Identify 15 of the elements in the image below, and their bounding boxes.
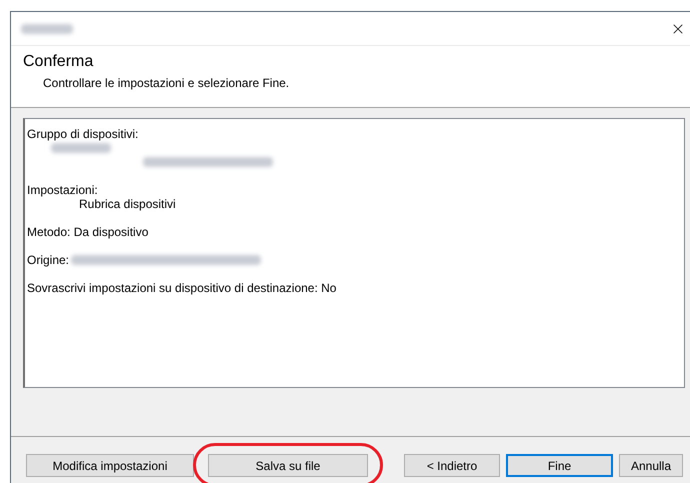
dialog-button[interactable]: < Indietro xyxy=(404,454,500,477)
page-title: Conferma xyxy=(23,52,94,72)
summary-text: Metodo: Da dispositivo xyxy=(27,225,150,239)
dialog-button[interactable]: Salva su file xyxy=(208,454,368,477)
dialog-button[interactable]: Modifica impostazioni xyxy=(26,454,194,477)
window-title xyxy=(21,24,73,34)
summary-text: Sovrascrivi impostazioni su dispositivo di destinazione: No xyxy=(27,281,338,295)
dialog-button[interactable]: Annulla xyxy=(619,454,683,477)
dialog-button[interactable]: Fine xyxy=(506,454,613,477)
summary-text: Impostazioni: xyxy=(27,183,99,197)
summary-value: Rubrica dispositivi xyxy=(79,197,177,211)
blurred-text xyxy=(51,143,111,153)
page-subtitle: Controllare le impostazioni e selezionare Fine. xyxy=(43,75,290,92)
summary-text: Origine: xyxy=(27,252,70,269)
summary-text: Gruppo di dispositivi: xyxy=(27,127,140,141)
